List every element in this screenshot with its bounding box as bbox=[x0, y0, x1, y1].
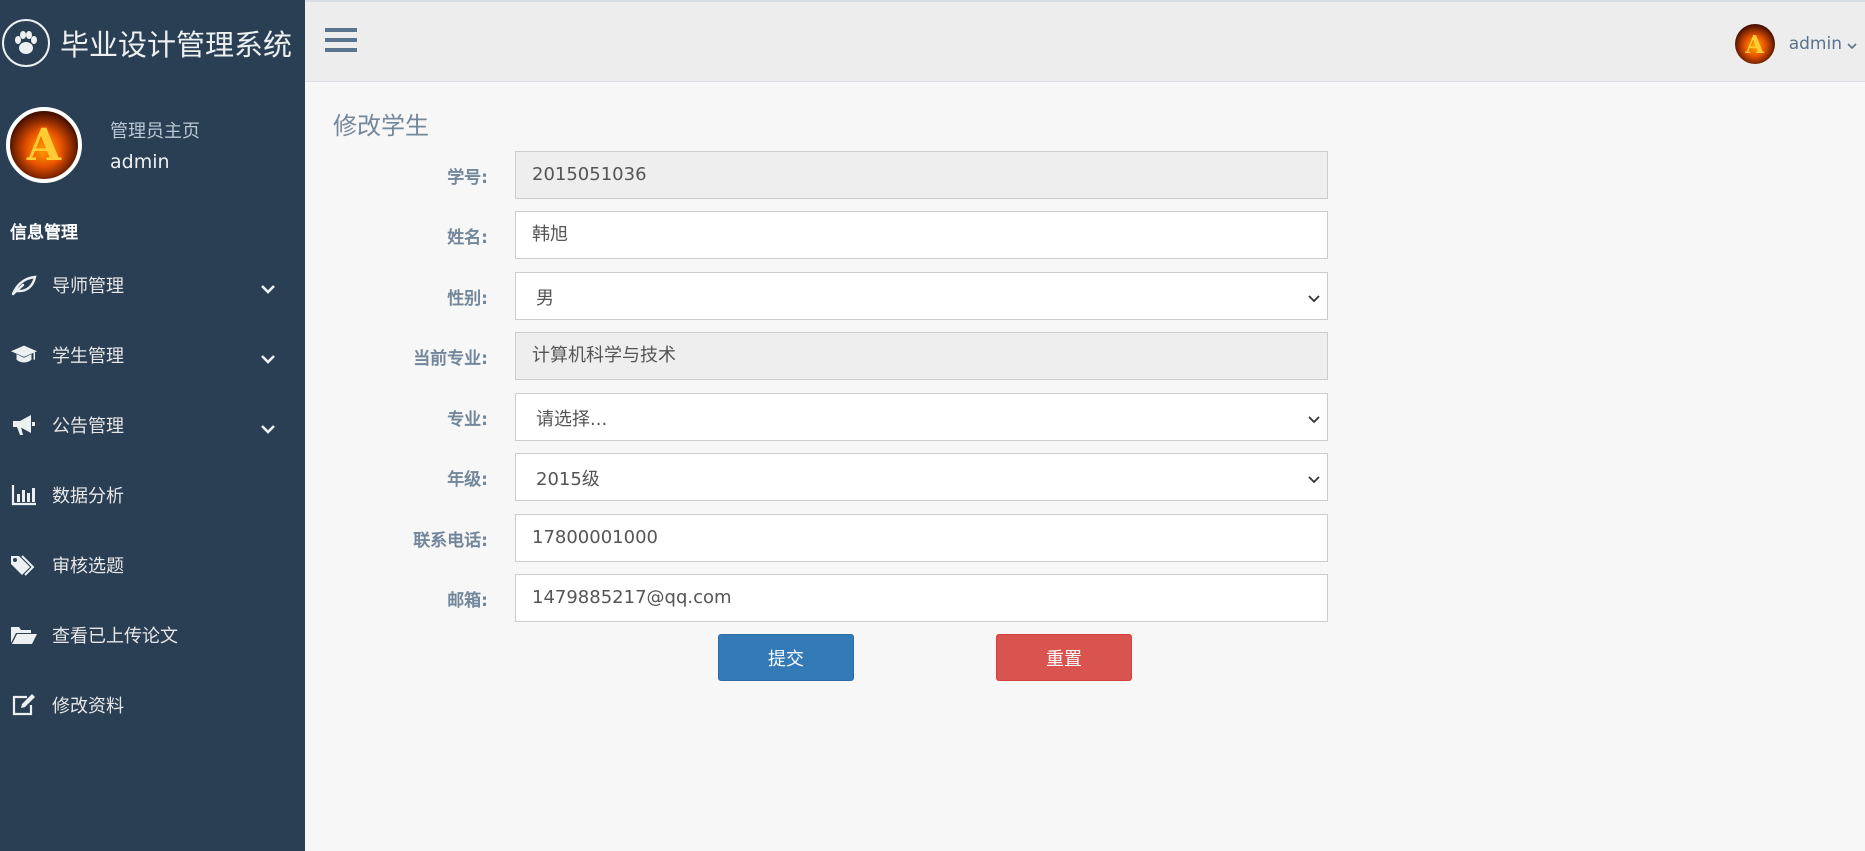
student-id-label: 学号: bbox=[447, 168, 488, 188]
major-label: 专业: bbox=[447, 410, 488, 430]
form-row-grade: 年级: 2015级 bbox=[305, 453, 1865, 501]
sidebar-item-teacher[interactable]: 导师管理 bbox=[0, 250, 305, 320]
chevron-down-icon bbox=[260, 418, 276, 439]
reset-button[interactable]: 重置 bbox=[996, 634, 1132, 681]
main-content: 修改学生 学号: 2015051036 姓名: 韩旭 性别: 男 当前专业: 计… bbox=[305, 82, 1865, 851]
sidebar-item-label: 公告管理 bbox=[52, 416, 124, 437]
sidebar-item-label: 数据分析 bbox=[52, 486, 124, 507]
brand[interactable]: 毕业设计管理系统 bbox=[0, 0, 305, 86]
current-major-input[interactable]: 计算机科学与技术 bbox=[515, 332, 1328, 380]
chevron-down-icon bbox=[1847, 35, 1857, 54]
page-title: 修改学生 bbox=[333, 112, 429, 140]
chevron-down-icon bbox=[1307, 470, 1321, 489]
leaf-icon bbox=[10, 271, 38, 299]
form-row-current-major: 当前专业: 计算机科学与技术 bbox=[305, 332, 1865, 380]
sidebar: 毕业设计管理系统 A 管理员主页 admin 信息管理 导师管理 学生管理 公告… bbox=[0, 0, 305, 851]
sidebar-item-uploaded-papers[interactable]: 查看已上传论文 bbox=[0, 600, 305, 670]
major-selected-value: 请选择... bbox=[536, 409, 608, 430]
phone-input[interactable]: 17800001000 bbox=[515, 514, 1328, 562]
tags-icon bbox=[10, 551, 38, 579]
edit-icon bbox=[10, 691, 38, 719]
form-row-name: 姓名: 韩旭 bbox=[305, 211, 1865, 259]
topbar: A admin bbox=[305, 0, 1865, 82]
form-row-major: 专业: 请选择... bbox=[305, 393, 1865, 441]
phone-label: 联系电话: bbox=[413, 531, 488, 551]
student-id-input[interactable]: 2015051036 bbox=[515, 151, 1328, 199]
app-title: 毕业设计管理系统 bbox=[60, 28, 293, 62]
avatar: A bbox=[1734, 24, 1775, 64]
folder-open-icon bbox=[10, 621, 38, 649]
grade-selected-value: 2015级 bbox=[536, 469, 600, 490]
form-row-gender: 性别: 男 bbox=[305, 272, 1865, 320]
profile-name: admin bbox=[110, 151, 170, 173]
bar-chart-icon bbox=[10, 481, 38, 509]
chevron-down-icon bbox=[260, 278, 276, 299]
avatar: A bbox=[6, 107, 82, 183]
gender-selected-value: 男 bbox=[536, 288, 554, 309]
sidebar-item-label: 导师管理 bbox=[52, 276, 124, 297]
sidebar-item-edit-profile[interactable]: 修改资料 bbox=[0, 670, 305, 740]
chevron-down-icon bbox=[1307, 289, 1321, 308]
profile: A 管理员主页 admin bbox=[0, 86, 305, 204]
sidebar-item-label: 学生管理 bbox=[52, 346, 124, 367]
hamburger-menu-icon[interactable] bbox=[325, 26, 357, 58]
paw-icon bbox=[2, 19, 50, 67]
chevron-down-icon bbox=[1307, 410, 1321, 429]
form-row-student-id: 学号: 2015051036 bbox=[305, 151, 1865, 199]
chevron-down-icon bbox=[260, 348, 276, 369]
submit-button[interactable]: 提交 bbox=[718, 634, 854, 681]
gender-label: 性别: bbox=[447, 289, 488, 309]
sidebar-item-notice[interactable]: 公告管理 bbox=[0, 390, 305, 460]
form-row-email: 邮箱: 1479885217@qq.com bbox=[305, 574, 1865, 622]
graduation-cap-icon bbox=[10, 341, 38, 369]
email-input[interactable]: 1479885217@qq.com bbox=[515, 574, 1328, 622]
profile-welcome: 管理员主页 bbox=[110, 121, 200, 142]
bullhorn-icon bbox=[10, 411, 38, 439]
user-menu[interactable]: A admin bbox=[1734, 24, 1857, 64]
gender-select[interactable]: 男 bbox=[515, 272, 1328, 320]
grade-label: 年级: bbox=[447, 470, 488, 490]
form-row-phone: 联系电话: 17800001000 bbox=[305, 514, 1865, 562]
sidebar-item-label: 查看已上传论文 bbox=[52, 626, 178, 647]
user-name: admin bbox=[1788, 34, 1842, 54]
sidebar-item-label: 修改资料 bbox=[52, 696, 124, 717]
grade-select[interactable]: 2015级 bbox=[515, 453, 1328, 501]
sidebar-item-student[interactable]: 学生管理 bbox=[0, 320, 305, 390]
sidebar-item-label: 审核选题 bbox=[52, 556, 124, 577]
sidebar-section-title: 信息管理 bbox=[10, 223, 78, 243]
current-major-label: 当前专业: bbox=[413, 349, 488, 369]
sidebar-item-analytics[interactable]: 数据分析 bbox=[0, 460, 305, 530]
name-input[interactable]: 韩旭 bbox=[515, 211, 1328, 259]
name-label: 姓名: bbox=[447, 228, 488, 248]
sidebar-item-review-topics[interactable]: 审核选题 bbox=[0, 530, 305, 600]
major-select[interactable]: 请选择... bbox=[515, 393, 1328, 441]
email-label: 邮箱: bbox=[447, 591, 488, 611]
